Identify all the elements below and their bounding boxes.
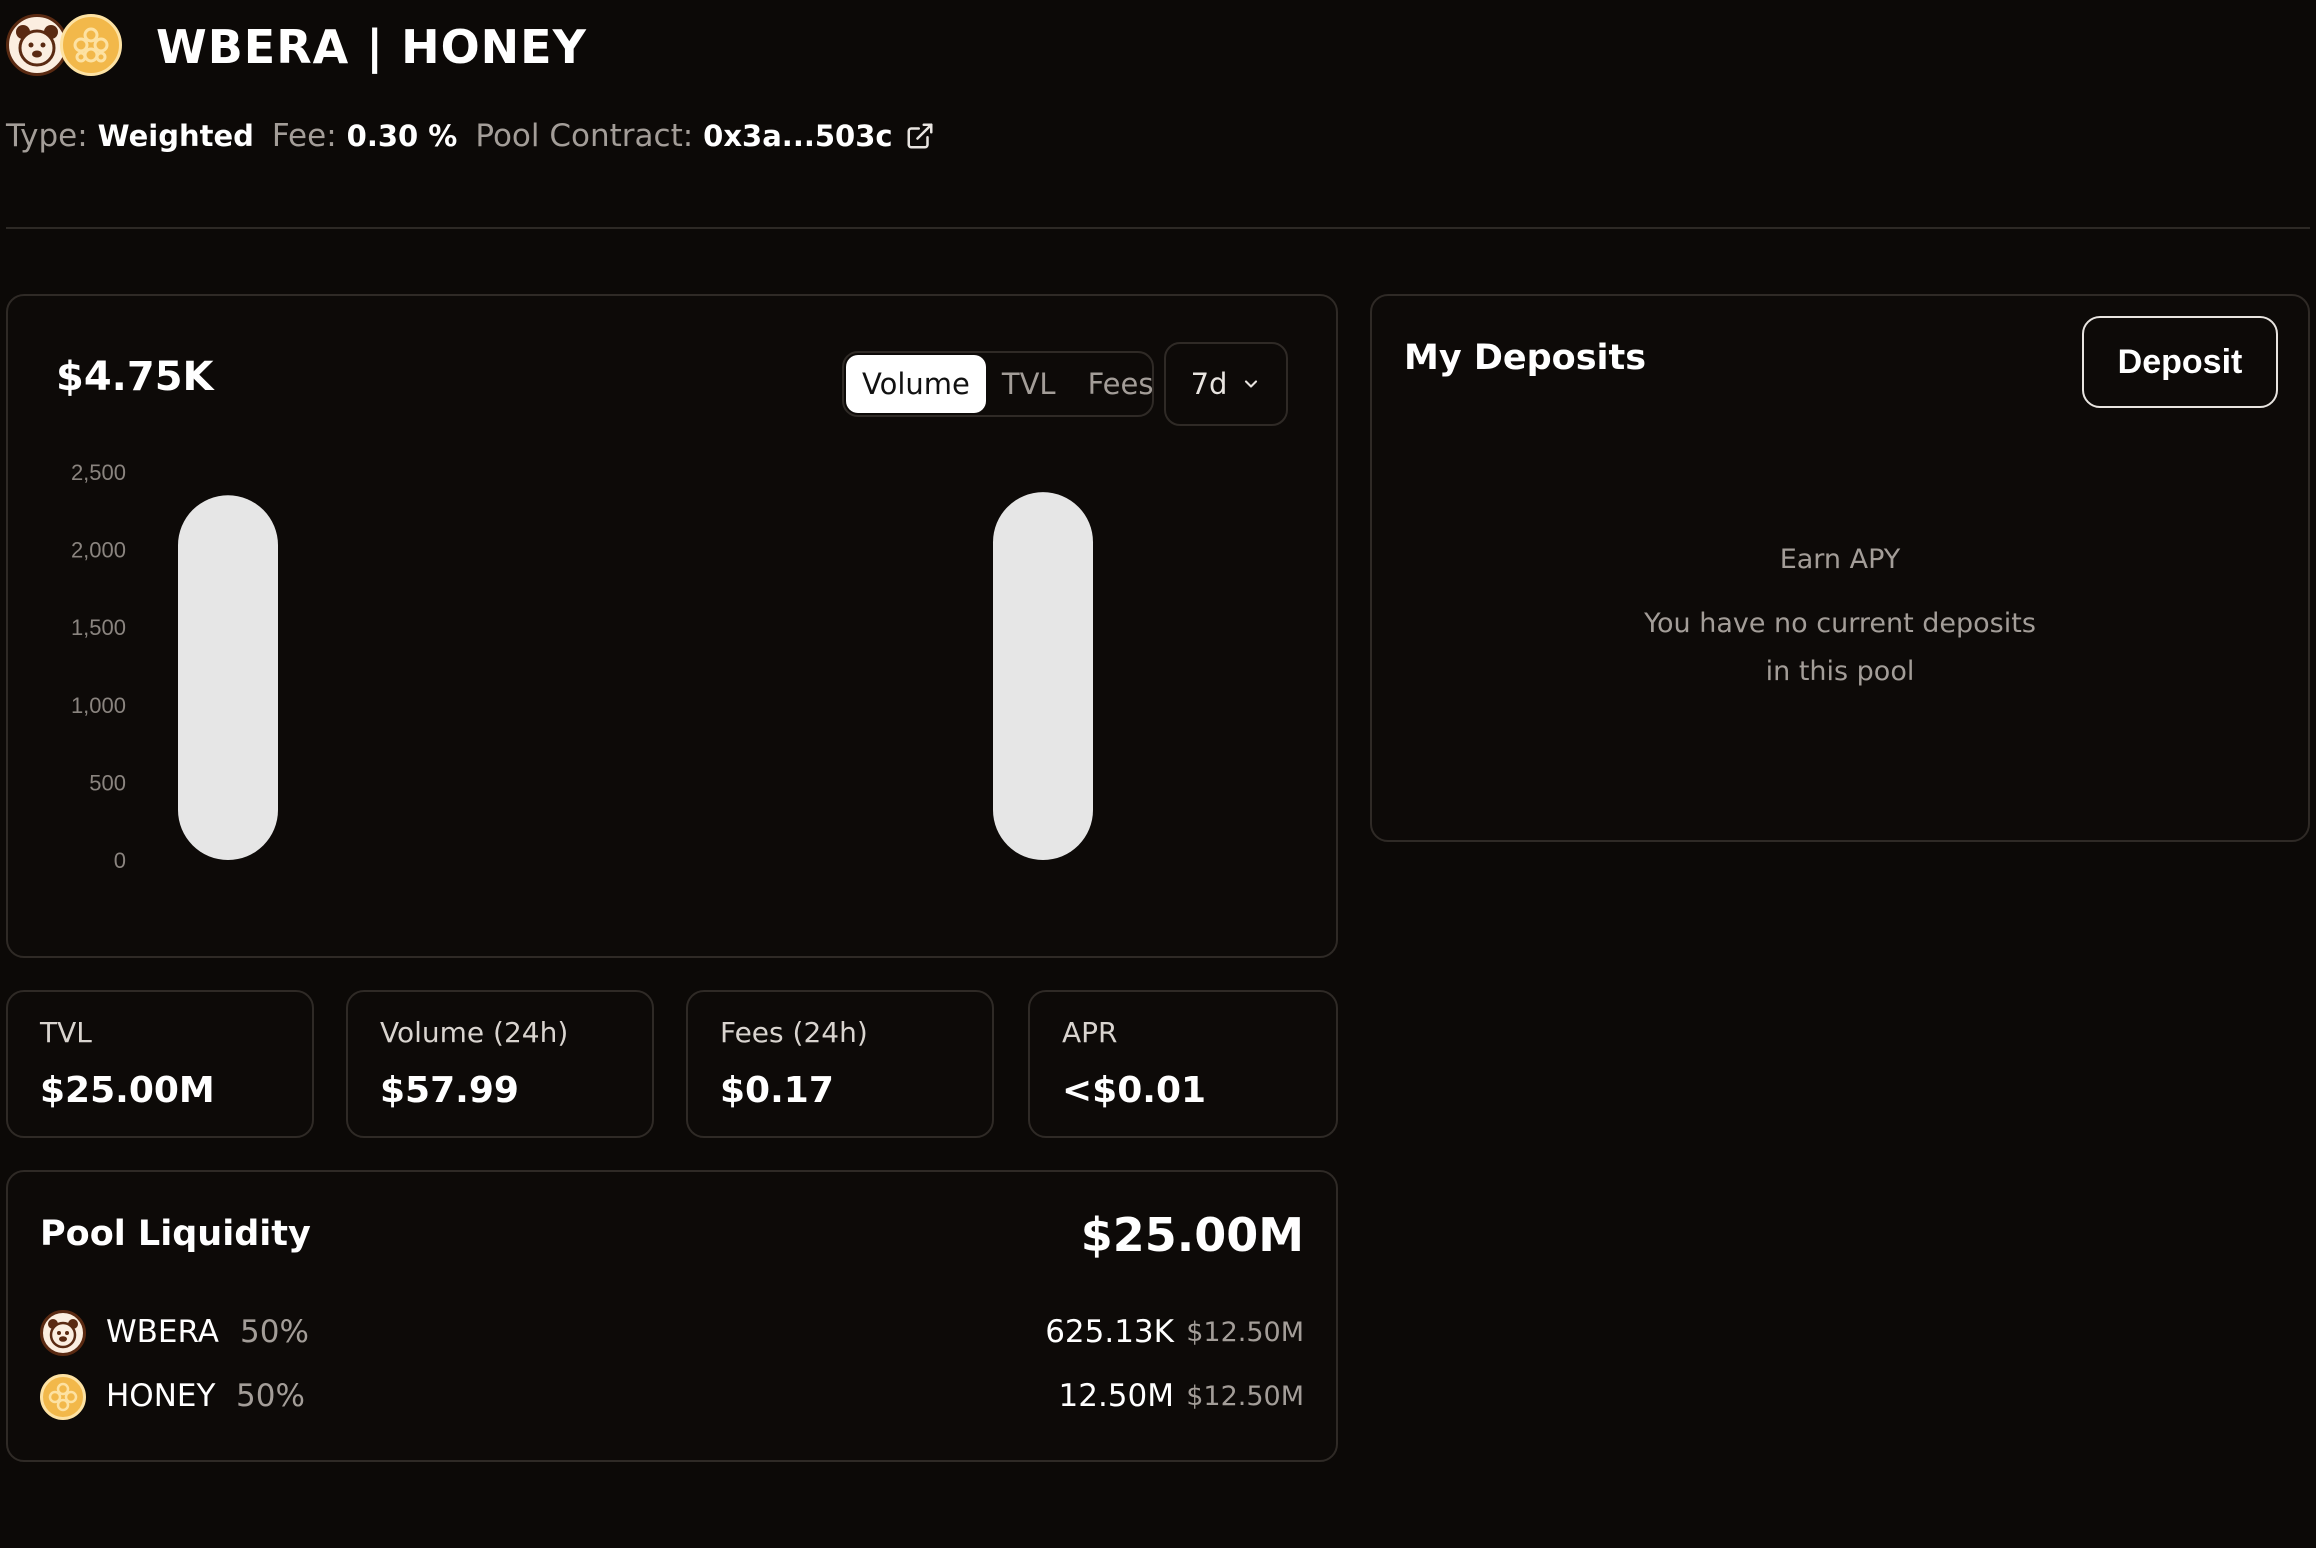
chart-headline-value: $4.75K	[56, 354, 214, 400]
range-select[interactable]: 7d	[1164, 342, 1288, 426]
token-amount: 625.13K	[1045, 1314, 1174, 1350]
my-deposits-title: My Deposits	[1404, 338, 1647, 378]
y-tick-label: 500	[89, 770, 126, 795]
earn-apy-label: Earn APY	[1779, 544, 1901, 575]
y-tick-label: 2,000	[71, 538, 126, 563]
token-name: HONEY	[106, 1378, 216, 1414]
pool-liquidity-card: Pool Liquidity $25.00M WBERA 50% 625.13K…	[6, 1170, 1338, 1462]
tab-fees[interactable]: Fees	[1072, 355, 1170, 413]
page-title: WBERA | HONEY	[156, 20, 587, 74]
token-weight: 50%	[240, 1314, 309, 1350]
stat-card-apr: APR <$0.01	[1028, 990, 1338, 1138]
y-tick-label: 0	[114, 848, 126, 873]
pool-liquidity-total: $25.00M	[1080, 1208, 1304, 1262]
pool-meta: Type: Weighted Fee: 0.30 % Pool Contract…	[6, 116, 935, 156]
token-name: WBERA	[106, 1314, 219, 1350]
chart-bar[interactable]	[993, 492, 1093, 860]
header-divider	[6, 227, 2310, 229]
fee-label: Fee:	[271, 118, 337, 154]
token-usd-value: $12.50M	[1186, 1317, 1304, 1348]
external-link-icon[interactable]	[905, 121, 935, 151]
honey-comb-icon	[40, 1374, 86, 1420]
stat-card-tvl: TVL $25.00M	[6, 990, 314, 1138]
stat-label: Volume (24h)	[380, 1016, 569, 1049]
pool-liquidity-title: Pool Liquidity	[40, 1214, 311, 1254]
metric-tabs: Volume TVL Fees	[842, 351, 1154, 417]
chevron-down-icon	[1241, 374, 1261, 394]
wbera-bear-icon	[6, 14, 68, 76]
token-weight: 50%	[236, 1378, 305, 1414]
tab-volume[interactable]: Volume	[846, 355, 986, 413]
tab-tvl[interactable]: TVL	[986, 355, 1072, 413]
chart-bar[interactable]	[178, 495, 278, 860]
deposit-button[interactable]: Deposit	[2082, 316, 2278, 408]
y-tick-label: 2,500	[71, 460, 126, 485]
type-value: Weighted	[97, 119, 254, 153]
y-tick-label: 1,500	[71, 615, 126, 640]
contract-value[interactable]: 0x3a...503c	[703, 119, 892, 153]
y-tick-label: 1,000	[71, 693, 126, 718]
stat-value: <$0.01	[1062, 1070, 1207, 1111]
type-label: Type:	[6, 118, 88, 154]
stat-value: $57.99	[380, 1070, 519, 1111]
stat-label: Fees (24h)	[720, 1016, 868, 1049]
contract-label: Pool Contract:	[475, 118, 694, 154]
volume-chart: 2,500 2,000 1,500 1,000 500 0	[71, 460, 1093, 873]
empty-deposits-line-1: You have no current deposits	[1644, 608, 2036, 639]
stat-label: APR	[1062, 1016, 1118, 1049]
range-select-value: 7d	[1190, 367, 1228, 401]
stat-value: $25.00M	[40, 1070, 215, 1111]
token-usd-value: $12.50M	[1186, 1381, 1304, 1412]
fee-value: 0.30 %	[346, 119, 458, 153]
stat-card-fees: Fees (24h) $0.17	[686, 990, 994, 1138]
my-deposits-card: My Deposits Deposit Earn APY You have no…	[1370, 294, 2310, 842]
honey-comb-icon	[60, 14, 122, 76]
stat-label: TVL	[40, 1016, 92, 1049]
stat-card-volume: Volume (24h) $57.99	[346, 990, 654, 1138]
empty-deposits-line-2: in this pool	[1765, 656, 1915, 687]
wbera-bear-icon	[40, 1310, 86, 1356]
stat-value: $0.17	[720, 1070, 834, 1111]
token-amount: 12.50M	[1058, 1378, 1175, 1414]
chart-card: $4.75K Volume TVL Fees 7d 2,500 2,000 1,50…	[6, 294, 1338, 958]
